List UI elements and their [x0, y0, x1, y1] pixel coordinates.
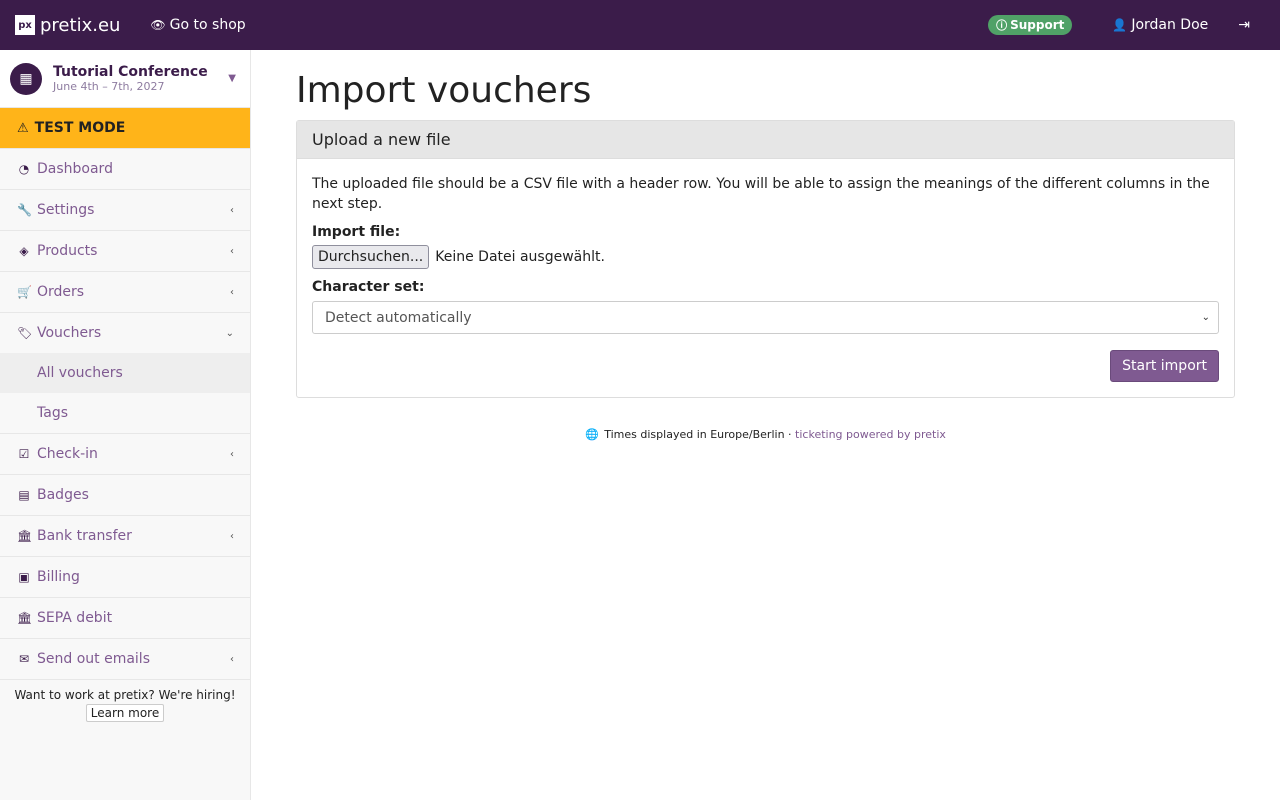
sidebar-item-label: Orders: [37, 284, 85, 300]
test-mode-label: TEST MODE: [34, 120, 126, 136]
wrench-icon: 🔧: [17, 203, 32, 217]
sidebar-subitem-label: All vouchers: [37, 365, 123, 381]
sidebar-item-label: Vouchers: [37, 325, 102, 341]
chevron-left-icon: ‹: [230, 448, 234, 460]
sidebar-item-bank-transfer[interactable]: 🏛 Bank transfer ‹: [0, 516, 250, 557]
chevron-left-icon: ‹: [230, 204, 234, 216]
chevron-left-icon: ‹: [230, 653, 234, 665]
footer-separator: ·: [788, 428, 792, 441]
ticket-icon: ◈: [19, 244, 29, 258]
panel-heading: Upload a new file: [297, 121, 1234, 159]
money-icon: ▣: [18, 570, 30, 584]
powered-by-link[interactable]: ticketing powered by pretix: [795, 428, 946, 441]
support-button[interactable]: ⓘ Support: [988, 15, 1073, 35]
sidebar-item-label: Billing: [37, 569, 80, 585]
sidebar-subitem-label: Tags: [37, 405, 68, 421]
bank-icon: 🏛: [17, 529, 33, 543]
timezone-text: Times displayed in Europe/Berlin: [604, 428, 785, 441]
help-text: The uploaded file should be a CSV file w…: [312, 176, 1210, 212]
sidebar-item-label: Settings: [37, 202, 95, 218]
sidebar-item-label: Badges: [37, 487, 89, 503]
file-status: Keine Datei ausgewählt.: [435, 249, 605, 265]
chevron-left-icon: ‹: [230, 286, 234, 298]
upload-panel: Upload a new file The uploaded file shou…: [296, 120, 1235, 398]
import-file-label: Import file:: [312, 224, 401, 240]
sidebar-item-label: Bank transfer: [37, 528, 132, 544]
brand-name: pretix.eu: [40, 14, 121, 36]
sidebar-item-dashboard[interactable]: ◔ Dashboard: [0, 149, 250, 190]
sidebar-item-vouchers[interactable]: 🏷 Vouchers ⌄: [0, 313, 250, 353]
user-menu[interactable]: 👤 Jordan Doe: [1112, 17, 1208, 33]
pretix-logo-icon: px: [15, 15, 35, 35]
bank-icon: 🏛: [17, 611, 33, 625]
sidebar-item-badges[interactable]: ▤ Badges: [0, 475, 250, 516]
event-selector[interactable]: ▦ Tutorial Conference June 4th – 7th, 20…: [0, 50, 250, 108]
calendar-icon: ▦: [10, 62, 42, 95]
hiring-notice: Want to work at pretix? We're hiring! Le…: [0, 680, 250, 722]
eye-icon: 👁: [150, 18, 166, 32]
go-to-shop-label: Go to shop: [169, 17, 246, 33]
sidebar: ▦ Tutorial Conference June 4th – 7th, 20…: [0, 50, 251, 800]
event-date: June 4th – 7th, 2027: [53, 79, 165, 93]
sidebar-item-check-in[interactable]: ☑ Check-in ‹: [0, 434, 250, 475]
user-name: Jordan Doe: [1131, 17, 1209, 33]
sidebar-item-orders[interactable]: 🛒 Orders ‹: [0, 272, 250, 313]
browse-file-button[interactable]: Durchsuchen...: [312, 245, 430, 269]
sign-out-icon: ⇥: [1238, 17, 1250, 33]
main-content: Import vouchers Upload a new file The up…: [296, 50, 1235, 441]
shopping-cart-icon: 🛒: [17, 285, 32, 299]
sidebar-subitem-all-vouchers[interactable]: All vouchers: [0, 353, 250, 393]
go-to-shop-link[interactable]: 👁 Go to shop: [150, 17, 245, 33]
chevron-down-icon: ⌄: [225, 327, 234, 339]
sidebar-item-billing[interactable]: ▣ Billing: [0, 557, 250, 598]
envelope-icon: ✉: [18, 652, 30, 666]
warning-icon: ⚠: [17, 120, 29, 136]
learn-more-button[interactable]: Learn more: [85, 704, 165, 722]
brand-link[interactable]: px pretix.eu: [15, 15, 120, 36]
charset-label: Character set:: [312, 279, 425, 295]
sidebar-item-label: Products: [37, 243, 98, 259]
user-icon: 👤: [1112, 18, 1128, 32]
sidebar-item-settings[interactable]: 🔧 Settings ‹: [0, 190, 250, 231]
sidebar-item-label: Check-in: [37, 446, 98, 462]
id-card-icon: ▤: [18, 488, 30, 502]
sidebar-item-label: Send out emails: [37, 651, 150, 667]
sidebar-item-label: Dashboard: [37, 161, 113, 177]
hiring-text: Want to work at pretix? We're hiring!: [14, 688, 236, 702]
tags-icon: 🏷: [17, 326, 33, 340]
test-mode-banner: ⚠ TEST MODE: [0, 108, 250, 149]
sidebar-item-label: SEPA debit: [37, 610, 113, 626]
dashboard-icon: ◔: [18, 162, 30, 176]
sidebar-item-products[interactable]: ◈ Products ‹: [0, 231, 250, 272]
chevron-down-icon: ⌄: [1201, 312, 1210, 323]
logout-button[interactable]: ⇥: [1238, 17, 1250, 33]
sidebar-subitem-tags[interactable]: Tags: [0, 393, 250, 433]
sidebar-item-sepa-debit[interactable]: 🏛 SEPA debit: [0, 598, 250, 639]
caret-down-icon: ▼: [228, 73, 236, 84]
page-title: Import vouchers: [296, 70, 592, 111]
sidebar-item-send-out-emails[interactable]: ✉ Send out emails ‹: [0, 639, 250, 680]
event-title: Tutorial Conference: [53, 63, 208, 80]
support-label: Support: [1010, 18, 1065, 32]
charset-select[interactable]: Detect automatically ⌄: [312, 301, 1219, 334]
chevron-left-icon: ‹: [230, 530, 234, 542]
start-import-button[interactable]: Start import: [1110, 350, 1219, 382]
check-square-icon: ☑: [18, 447, 30, 461]
footer: 🌐 Times displayed in Europe/Berlin · tic…: [296, 428, 1235, 441]
charset-selected-value: Detect automatically: [325, 309, 472, 326]
chevron-left-icon: ‹: [230, 245, 234, 257]
question-circle-icon: ⓘ: [996, 19, 1008, 32]
globe-icon: 🌐: [585, 428, 599, 441]
top-navbar: px pretix.eu 👁 Go to shop ⓘ Support 👤 Jo…: [0, 0, 1280, 50]
